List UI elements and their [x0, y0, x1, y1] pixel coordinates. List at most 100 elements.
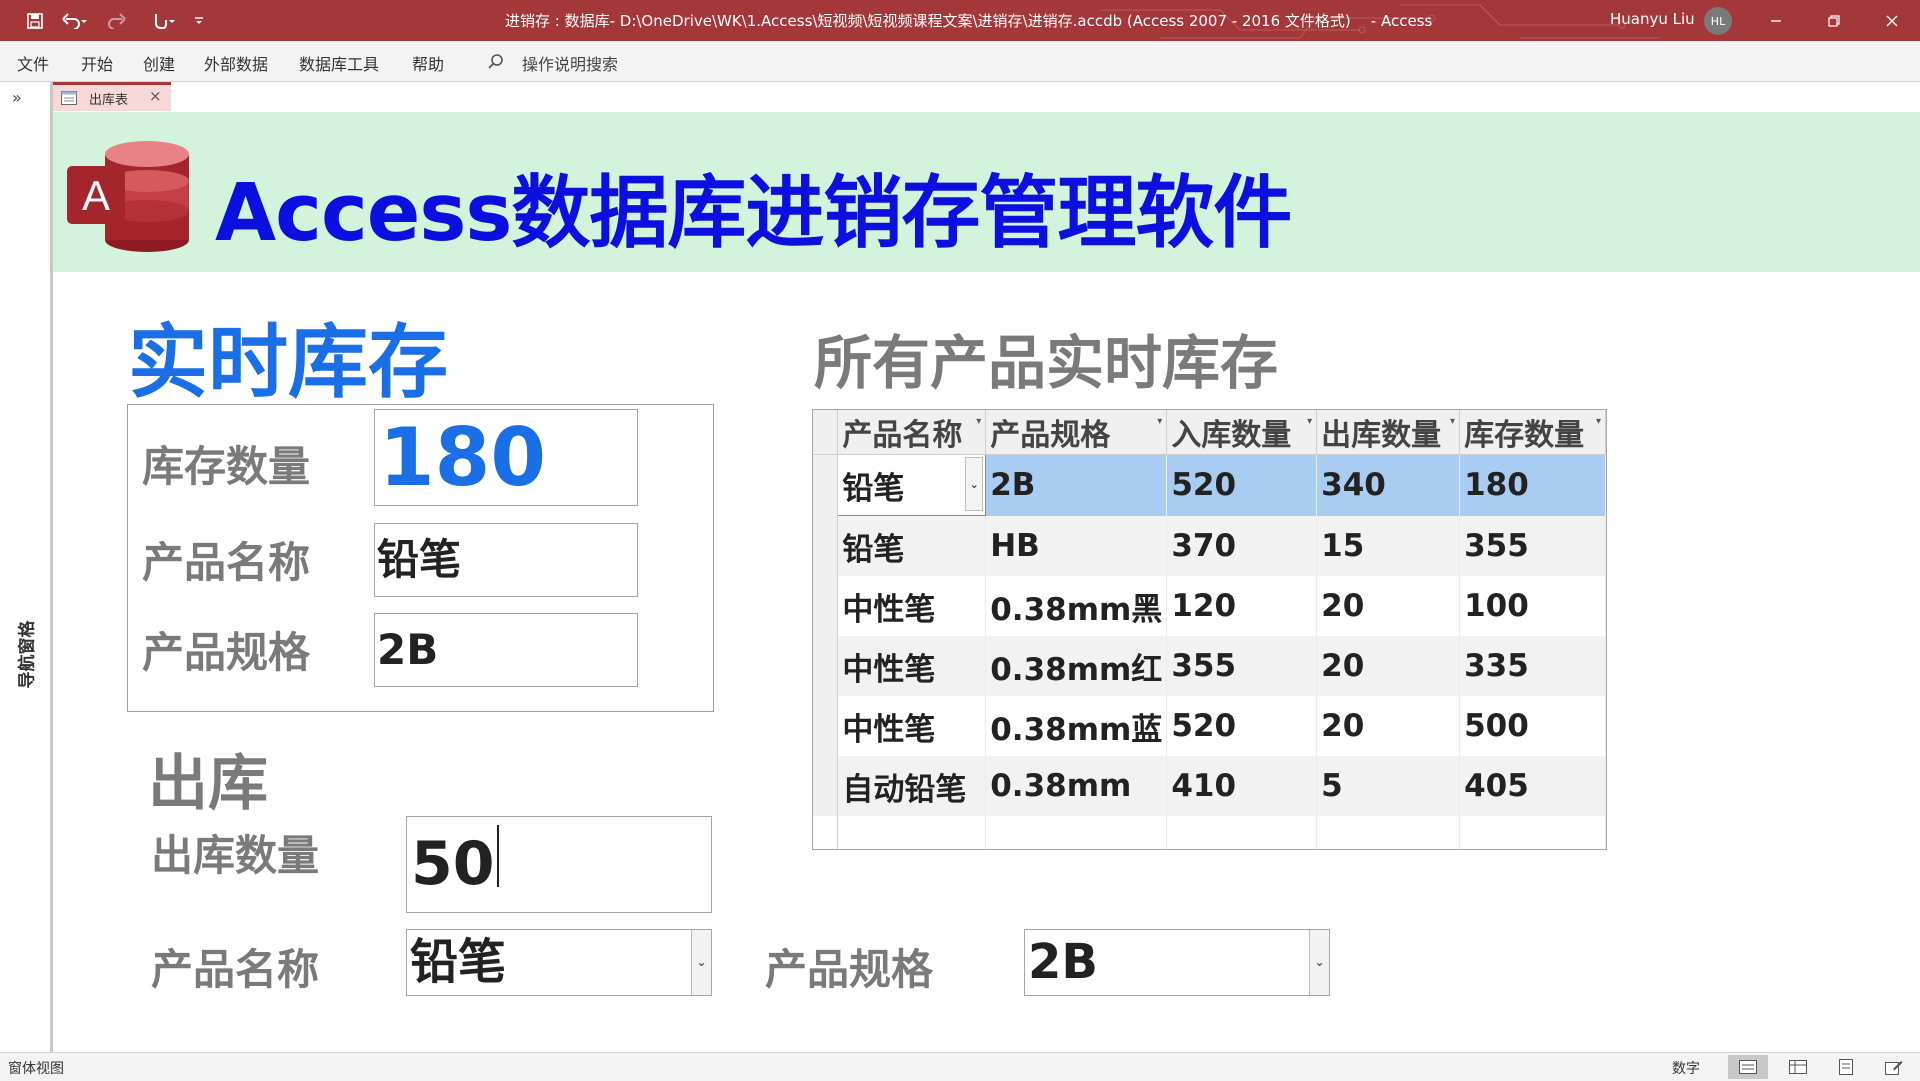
table-cell[interactable] — [1166, 816, 1318, 849]
table-cell[interactable]: 410 — [1166, 756, 1318, 816]
table-cell[interactable]: 0.38mm红 — [985, 636, 1168, 696]
column-header[interactable]: 库存数量 ▾ — [1459, 410, 1606, 455]
table-cell[interactable]: 自动铅笔 — [837, 756, 987, 816]
table-cell[interactable]: 20 — [1316, 696, 1461, 756]
user-name[interactable]: Huanyu Liu — [1610, 10, 1695, 28]
nav-pane-expand-icon[interactable]: » — [12, 88, 22, 107]
menu-help[interactable]: 帮助 — [412, 51, 444, 75]
outbound-product-name-combo[interactable]: 铅笔 ⌄ — [406, 929, 712, 996]
record-selector[interactable] — [813, 636, 839, 696]
column-header[interactable]: 入库数量 ▾ — [1166, 410, 1318, 455]
table-cell[interactable]: 355 — [1459, 515, 1606, 576]
table-cell[interactable]: 铅笔 — [837, 515, 987, 576]
form-view-icon[interactable] — [1728, 1055, 1768, 1079]
app-name: - Access — [1370, 12, 1433, 30]
chevron-down-icon[interactable]: ⌄ — [691, 930, 711, 995]
record-selector[interactable] — [813, 576, 839, 636]
chevron-down-icon[interactable]: ⌄ — [1309, 930, 1329, 995]
table-cell[interactable]: 2B — [985, 454, 1168, 516]
table-cell[interactable]: 355 — [1166, 636, 1318, 696]
save-icon[interactable] — [24, 8, 46, 34]
table-cell[interactable]: 520 — [1166, 696, 1318, 756]
table-cell[interactable]: 中性笔 — [837, 576, 987, 636]
table-cell[interactable]: 15 — [1316, 515, 1461, 576]
design-view-icon[interactable] — [1874, 1055, 1914, 1079]
record-selector[interactable] — [813, 454, 839, 516]
table-row[interactable]: 中性笔 0.38mm红 355 20 335 — [813, 636, 1606, 696]
new-record-row[interactable] — [813, 816, 1606, 849]
select-all-corner[interactable] — [813, 410, 839, 455]
restore-icon[interactable] — [1806, 0, 1862, 41]
table-cell[interactable]: 5 — [1316, 756, 1461, 816]
sort-arrow-icon[interactable]: ▾ — [1596, 416, 1601, 427]
menu-home[interactable]: 开始 — [81, 51, 113, 75]
table-cell[interactable]: 180 — [1459, 454, 1606, 516]
table-cell[interactable]: 中性笔 — [837, 636, 987, 696]
table-row[interactable]: 中性笔 0.38mm蓝 520 20 500 — [813, 696, 1606, 756]
customize-toolbar-icon[interactable] — [190, 8, 208, 34]
table-cell[interactable] — [1459, 816, 1606, 849]
table-cell[interactable]: 500 — [1459, 696, 1606, 756]
table-row[interactable]: 中性笔 0.38mm黑 120 20 100 — [813, 576, 1606, 636]
redo-icon[interactable] — [102, 8, 136, 34]
table-cell[interactable]: 20 — [1316, 636, 1461, 696]
sort-arrow-icon[interactable]: ▾ — [976, 416, 981, 427]
table-cell[interactable] — [985, 816, 1168, 849]
all-stock-datasheet[interactable]: 产品名称 ▾ 产品规格 ▾ 入库数量 ▾ 出库数量 ▾ 库存数量 ▾ 铅笔 ⌄ 2B 520… — [812, 409, 1607, 850]
minimize-icon[interactable] — [1748, 0, 1804, 41]
sort-arrow-icon[interactable]: ▾ — [1307, 416, 1312, 427]
table-cell[interactable]: 340 — [1316, 454, 1461, 516]
tell-me-search-input[interactable]: 操作说明搜索 — [522, 51, 618, 75]
datasheet-view-icon[interactable] — [1778, 1055, 1818, 1079]
table-row[interactable]: 铅笔 ⌄ 2B 520 340 180 — [813, 454, 1606, 516]
table-cell[interactable]: 中性笔 — [837, 696, 987, 756]
product-spec-field[interactable]: 2B — [374, 613, 638, 687]
close-icon[interactable] — [1864, 0, 1920, 41]
table-cell[interactable] — [837, 816, 987, 849]
touch-mode-icon[interactable] — [146, 8, 180, 34]
table-row[interactable]: 铅笔 HB 370 15 355 — [813, 515, 1606, 576]
menu-external-data[interactable]: 外部数据 — [204, 51, 268, 75]
chevron-down-icon[interactable]: ⌄ — [965, 457, 984, 511]
avatar[interactable]: HL — [1704, 7, 1732, 35]
table-cell[interactable]: HB — [985, 515, 1168, 576]
stock-quantity-field[interactable]: 180 — [374, 409, 638, 506]
sort-arrow-icon[interactable]: ▾ — [1157, 416, 1162, 427]
table-cell[interactable]: 0.38mm — [985, 756, 1168, 816]
table-cell[interactable]: 100 — [1459, 576, 1606, 636]
record-selector[interactable] — [813, 816, 839, 849]
record-selector[interactable] — [813, 696, 839, 756]
menu-database-tools[interactable]: 数据库工具 — [299, 51, 379, 75]
layout-view-icon[interactable] — [1826, 1055, 1866, 1079]
table-cell[interactable]: 335 — [1459, 636, 1606, 696]
table-cell[interactable]: 120 — [1166, 576, 1318, 636]
column-header[interactable]: 产品规格 ▾ — [985, 410, 1168, 455]
tab-close-icon[interactable]: × — [149, 87, 162, 105]
search-icon[interactable] — [487, 53, 505, 71]
table-cell[interactable]: 20 — [1316, 576, 1461, 636]
nav-pane-label[interactable]: 导航窗格 — [13, 610, 38, 700]
outbound-quantity-input[interactable]: 50 — [406, 816, 712, 913]
table-cell[interactable]: 铅笔 ⌄ — [837, 454, 987, 516]
menu-file[interactable]: 文件 — [17, 51, 49, 75]
undo-icon[interactable] — [58, 8, 92, 34]
table-cell[interactable]: 520 — [1166, 454, 1318, 516]
column-header[interactable]: 出库数量 ▾ — [1316, 410, 1461, 455]
menu-create[interactable]: 创建 — [143, 51, 175, 75]
status-bar: 窗体视图 数字 — [0, 1052, 1920, 1081]
table-cell[interactable]: 0.38mm黑 — [985, 576, 1168, 636]
product-name-field[interactable]: 铅笔 — [374, 523, 638, 597]
table-cell[interactable]: 0.38mm蓝 — [985, 696, 1168, 756]
column-header-label: 库存数量 — [1464, 418, 1585, 453]
record-selector[interactable] — [813, 515, 839, 576]
tab-outbound-form[interactable]: 出库表 × — [53, 82, 171, 111]
outbound-product-name-value: 铅笔 — [410, 934, 507, 990]
record-selector[interactable] — [813, 756, 839, 816]
table-cell[interactable] — [1316, 816, 1461, 849]
table-cell[interactable]: 370 — [1166, 515, 1318, 576]
sort-arrow-icon[interactable]: ▾ — [1450, 416, 1455, 427]
outbound-product-spec-combo[interactable]: 2B ⌄ — [1024, 929, 1330, 996]
table-cell[interactable]: 405 — [1459, 756, 1606, 816]
column-header[interactable]: 产品名称 ▾ — [837, 410, 987, 455]
table-row[interactable]: 自动铅笔 0.38mm 410 5 405 — [813, 756, 1606, 816]
